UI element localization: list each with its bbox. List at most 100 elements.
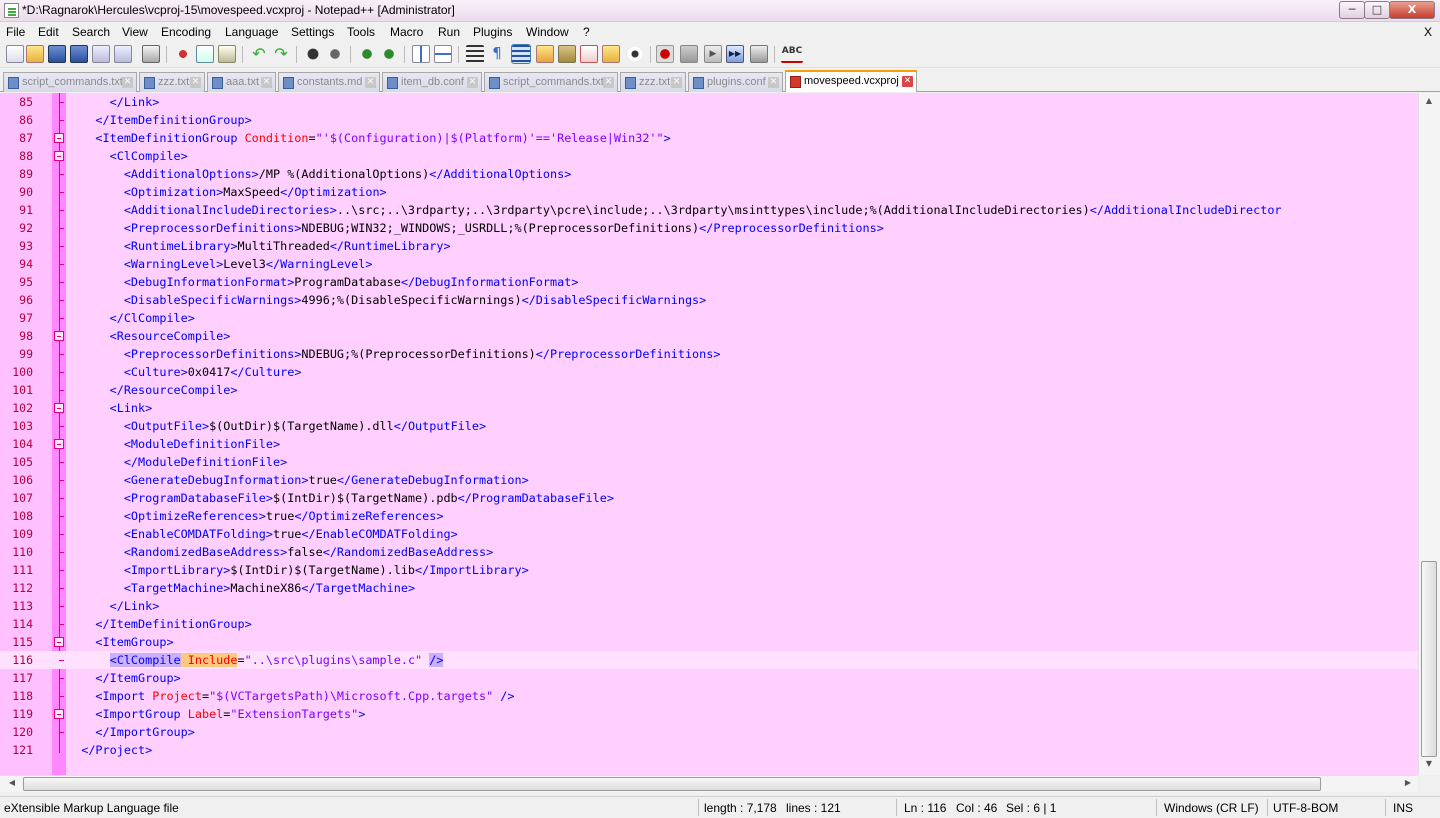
tab-close-icon[interactable]: ✕ [603, 77, 614, 88]
close-icon[interactable] [92, 45, 110, 63]
menu-view[interactable]: View [122, 25, 148, 39]
redo-icon[interactable]: ↷ [272, 45, 290, 63]
tab-close-icon[interactable]: ✕ [122, 77, 133, 88]
code-line[interactable]: 95 <DebugInformationFormat>ProgramDataba… [0, 273, 1418, 291]
replace-icon[interactable] [326, 45, 344, 63]
menu-settings[interactable]: Settings [291, 25, 334, 39]
tab-close-icon[interactable]: ✕ [467, 77, 478, 88]
open-file-icon[interactable] [26, 45, 44, 63]
fold-toggle-icon[interactable] [54, 709, 64, 719]
code-line[interactable]: 121 </Project> [0, 741, 1418, 759]
tab-close-icon[interactable]: ✕ [768, 77, 779, 88]
code-line[interactable]: 86 </ItemDefinitionGroup> [0, 111, 1418, 129]
tab-close-icon[interactable]: ✕ [190, 77, 201, 88]
menu-tools[interactable]: Tools [347, 25, 375, 39]
tab-zzz-2[interactable]: zzz.txt ✕ [620, 72, 686, 92]
vertical-scroll-thumb[interactable] [1421, 561, 1437, 757]
scroll-up-arrow-icon[interactable]: ▲ [1421, 96, 1437, 105]
code-line[interactable]: 115 <ItemGroup> [0, 633, 1418, 651]
code-line[interactable]: 114 </ItemDefinitionGroup> [0, 615, 1418, 633]
code-line[interactable]: 104 <ModuleDefinitionFile> [0, 435, 1418, 453]
code-line[interactable]: 85 </Link> [0, 93, 1418, 111]
code-line[interactable]: 116 <ClCompile Include="..\src\plugins\s… [0, 651, 1418, 669]
playback-macro-icon[interactable]: ▶ [704, 45, 722, 63]
record-macro-icon[interactable] [656, 45, 674, 63]
menu-run[interactable]: Run [438, 25, 460, 39]
indent-guide-icon[interactable] [511, 44, 531, 64]
print-icon[interactable] [142, 45, 160, 63]
code-line[interactable]: 99 <PreprocessorDefinitions>NDEBUG;%(Pre… [0, 345, 1418, 363]
zoom-out-icon[interactable] [380, 45, 398, 63]
monitoring-icon[interactable] [626, 45, 644, 63]
fold-toggle-icon[interactable] [54, 637, 64, 647]
tab-zzz[interactable]: zzz.txt ✕ [139, 72, 205, 92]
code-line[interactable]: 98 <ResourceCompile> [0, 327, 1418, 345]
code-line[interactable]: 107 <ProgramDatabaseFile>$(IntDir)$(Targ… [0, 489, 1418, 507]
cut-icon[interactable] [174, 45, 192, 63]
fold-toggle-icon[interactable] [54, 331, 64, 341]
close-all-icon[interactable] [114, 45, 132, 63]
sync-horizontal-icon[interactable] [434, 45, 452, 63]
code-line[interactable]: 113 </Link> [0, 597, 1418, 615]
scroll-left-arrow-icon[interactable]: ◀ [4, 778, 20, 787]
tab-close-icon[interactable]: ✕ [671, 77, 682, 88]
run-macro-multiple-icon[interactable]: ▶▶ [726, 45, 744, 63]
horizontal-scrollbar[interactable]: ◀ ▶ [0, 775, 1418, 792]
spell-check-icon[interactable]: ABC [781, 45, 803, 63]
save-macro-icon[interactable] [750, 45, 768, 63]
tab-item-db[interactable]: item_db.conf ✕ [382, 72, 482, 92]
tab-aaa[interactable]: aaa.txt ✕ [207, 72, 276, 92]
code-line[interactable]: 105 </ModuleDefinitionFile> [0, 453, 1418, 471]
sync-vertical-icon[interactable] [412, 45, 430, 63]
tab-close-icon[interactable]: ✕ [261, 77, 272, 88]
code-line[interactable]: 120 </ImportGroup> [0, 723, 1418, 741]
menu-search[interactable]: Search [72, 25, 110, 39]
scroll-right-arrow-icon[interactable]: ▶ [1400, 778, 1416, 787]
code-line[interactable]: 111 <ImportLibrary>$(IntDir)$(TargetName… [0, 561, 1418, 579]
scroll-down-arrow-icon[interactable]: ▼ [1421, 759, 1437, 768]
save-all-icon[interactable] [70, 45, 88, 63]
tab-close-icon[interactable]: ✕ [365, 77, 376, 88]
code-line[interactable]: 100 <Culture>0x0417</Culture> [0, 363, 1418, 381]
menu-file[interactable]: File [6, 25, 25, 39]
horizontal-scroll-thumb[interactable] [23, 777, 1321, 791]
stop-record-icon[interactable] [680, 45, 698, 63]
paste-icon[interactable] [218, 45, 236, 63]
zoom-in-icon[interactable] [358, 45, 376, 63]
code-line[interactable]: 106 <GenerateDebugInformation>true</Gene… [0, 471, 1418, 489]
copy-icon[interactable] [196, 45, 214, 63]
code-line[interactable]: 92 <PreprocessorDefinitions>NDEBUG;WIN32… [0, 219, 1418, 237]
menu-macro[interactable]: Macro [390, 25, 423, 39]
fold-toggle-icon[interactable] [54, 133, 64, 143]
undo-icon[interactable]: ↶ [250, 45, 268, 63]
code-line[interactable]: 93 <RuntimeLibrary>MultiThreaded</Runtim… [0, 237, 1418, 255]
folder-workspace-icon[interactable] [602, 45, 620, 63]
tab-close-icon[interactable]: ✕ [902, 76, 913, 87]
close-document-button[interactable]: X [1424, 25, 1432, 39]
code-line[interactable]: 118 <Import Project="$(VCTargetsPath)\Mi… [0, 687, 1418, 705]
code-line[interactable]: 103 <OutputFile>$(OutDir)$(TargetName).d… [0, 417, 1418, 435]
code-line[interactable]: 87 <ItemDefinitionGroup Condition="'$(Co… [0, 129, 1418, 147]
menu-window[interactable]: Window [526, 25, 569, 39]
maximize-button[interactable]: □ [1364, 1, 1390, 19]
fold-toggle-icon[interactable] [54, 151, 64, 161]
tab-script-commands[interactable]: script_commands.txt ✕ [3, 72, 137, 92]
tab-constants[interactable]: constants.md ✕ [278, 72, 380, 92]
minimize-button[interactable]: ─ [1339, 1, 1365, 19]
menu-encoding[interactable]: Encoding [161, 25, 211, 39]
vertical-scrollbar[interactable]: ▲ ▼ [1418, 93, 1440, 775]
code-line[interactable]: 108 <OptimizeReferences>true</OptimizeRe… [0, 507, 1418, 525]
tab-movespeed-vcxproj[interactable]: movespeed.vcxproj ✕ [785, 70, 917, 92]
code-line[interactable]: 97 </ClCompile> [0, 309, 1418, 327]
code-line[interactable]: 90 <Optimization>MaxSpeed</Optimization> [0, 183, 1418, 201]
code-line[interactable]: 89 <AdditionalOptions>/MP %(AdditionalOp… [0, 165, 1418, 183]
fold-toggle-icon[interactable] [54, 439, 64, 449]
code-line[interactable]: 112 <TargetMachine>MachineX86</TargetMac… [0, 579, 1418, 597]
code-line[interactable]: 102 <Link> [0, 399, 1418, 417]
code-line[interactable]: 88 <ClCompile> [0, 147, 1418, 165]
code-line[interactable]: 94 <WarningLevel>Level3</WarningLevel> [0, 255, 1418, 273]
menu-plugins[interactable]: Plugins [473, 25, 512, 39]
tab-script-commands-2[interactable]: script_commands.txt ✕ [484, 72, 618, 92]
code-line[interactable]: 96 <DisableSpecificWarnings>4996;%(Disab… [0, 291, 1418, 309]
fold-toggle-icon[interactable] [54, 403, 64, 413]
